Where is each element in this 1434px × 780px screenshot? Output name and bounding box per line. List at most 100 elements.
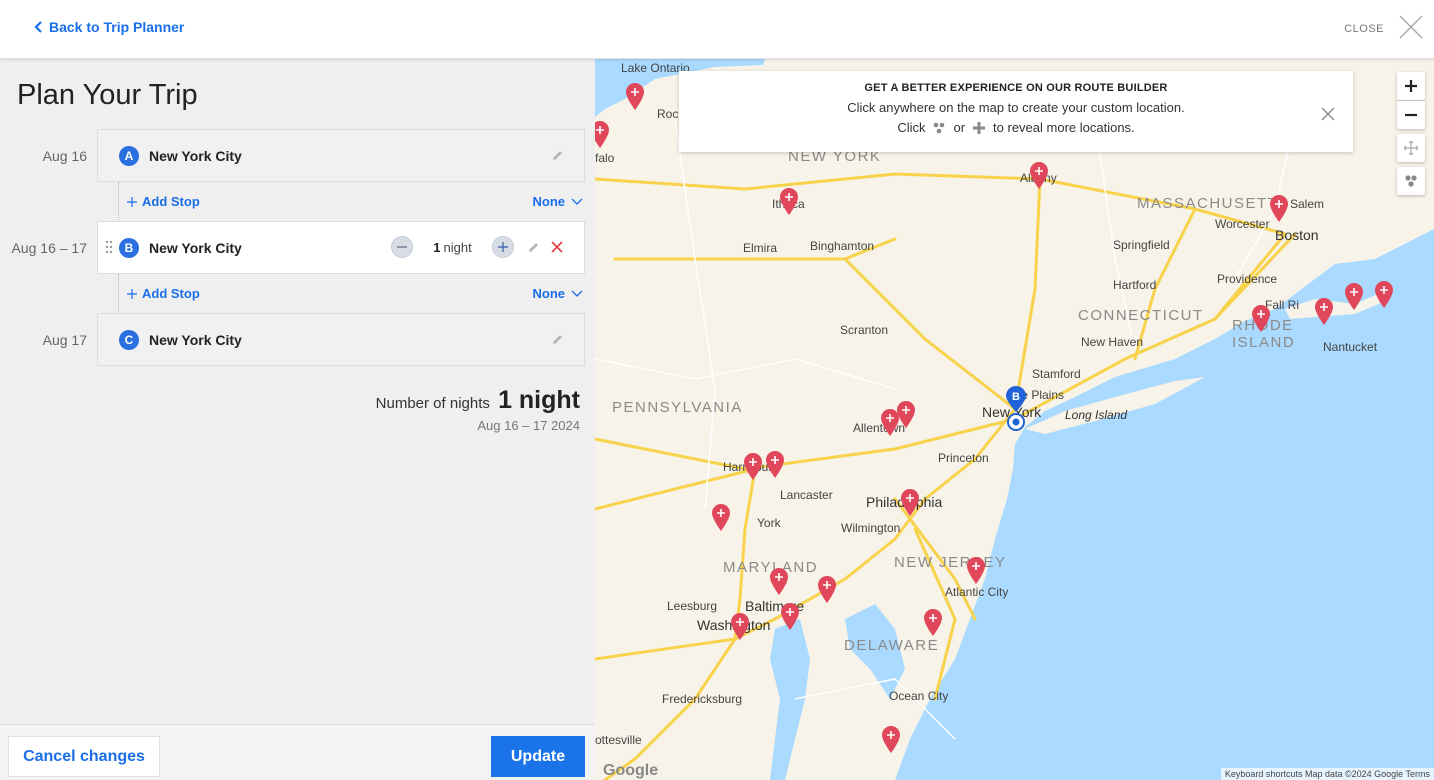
add-stop-label: Add Stop bbox=[142, 286, 200, 301]
pan-button[interactable] bbox=[1397, 134, 1425, 162]
transport-select-2[interactable]: None bbox=[533, 286, 584, 301]
map-state-massachusetts: MASSACHUSETTS bbox=[1137, 195, 1290, 212]
map-label-boston: Boston bbox=[1275, 227, 1319, 243]
poi-marker-icon[interactable] bbox=[899, 487, 921, 517]
stop-b-badge: B bbox=[119, 237, 139, 258]
trip-planner-panel: Plan Your Trip Aug 16 A New York City Ad… bbox=[0, 59, 595, 780]
close-label: CLOSE bbox=[1344, 23, 1384, 35]
map-label-nantucket: Nantucket bbox=[1323, 340, 1378, 354]
poi-marker-icon[interactable] bbox=[1268, 193, 1290, 223]
map-state-new-jersey: NEW JERSEY bbox=[894, 554, 1007, 571]
map-label-ocean-city: Ocean City bbox=[889, 689, 949, 703]
map-label-elmira: Elmira bbox=[743, 241, 778, 255]
banner-or-text: or bbox=[953, 120, 966, 135]
map-attribution[interactable]: Keyboard shortcuts Map data ©2024 Google… bbox=[1220, 768, 1434, 780]
remove-stop-icon[interactable] bbox=[551, 241, 563, 253]
close-icon[interactable] bbox=[1321, 107, 1335, 121]
plus-icon bbox=[498, 242, 508, 252]
plus-icon bbox=[1405, 80, 1417, 92]
poi-marker-icon[interactable] bbox=[1250, 303, 1272, 333]
zoom-in-button[interactable] bbox=[1397, 72, 1425, 100]
map-label-new-haven: New Haven bbox=[1081, 335, 1144, 349]
map-label-rochester: Roc bbox=[657, 107, 679, 121]
pencil-icon[interactable] bbox=[551, 149, 564, 162]
map-state-connecticut: CONNECTICUT bbox=[1078, 307, 1204, 324]
poi-marker-icon[interactable] bbox=[595, 119, 611, 149]
poi-marker-icon[interactable] bbox=[742, 451, 764, 481]
back-link-label: Back to Trip Planner bbox=[49, 19, 185, 35]
stop-c-name: New York City bbox=[149, 331, 242, 348]
minus-icon bbox=[1405, 113, 1417, 117]
stop-card-b[interactable]: B New York City 1 night bbox=[97, 221, 585, 274]
poi-marker-icon[interactable] bbox=[816, 574, 838, 604]
transport-select-value: None bbox=[532, 194, 566, 209]
map-label-wilmington: Wilmington bbox=[841, 521, 901, 535]
poi-marker-icon[interactable] bbox=[1343, 281, 1365, 311]
poi-marker-icon[interactable] bbox=[965, 555, 987, 585]
add-stop-row-1: Add Stop None bbox=[118, 182, 585, 222]
poi-marker-icon[interactable] bbox=[779, 601, 801, 631]
banner-reveal-text: to reveal more locations. bbox=[993, 120, 1135, 135]
map-label-hartford: Hartford bbox=[1113, 278, 1157, 292]
route-map[interactable]: Lake Ontario Roc falo NEW YORK Ithaca Al… bbox=[595, 59, 1434, 780]
map-label-lancaster: Lancaster bbox=[780, 488, 833, 502]
poi-marker-icon[interactable] bbox=[895, 399, 917, 429]
poi-marker-icon[interactable] bbox=[764, 449, 786, 479]
map-label-fredericksburg: Fredericksburg bbox=[662, 692, 743, 706]
add-stop-button-2[interactable]: Add Stop bbox=[127, 286, 200, 301]
poi-marker-icon[interactable] bbox=[1028, 160, 1050, 190]
poi-marker-icon[interactable] bbox=[710, 502, 732, 532]
poi-marker-icon[interactable] bbox=[1373, 279, 1395, 309]
stop-b-date: Aug 16 – 17 bbox=[11, 240, 87, 256]
poi-marker-icon[interactable] bbox=[729, 611, 751, 641]
poi-marker-icon[interactable] bbox=[624, 81, 646, 111]
stop-card-a[interactable]: A New York City bbox=[97, 129, 585, 182]
google-logo: Google bbox=[603, 762, 659, 779]
increase-nights-button[interactable] bbox=[492, 236, 514, 258]
map-label-stamford: Stamford bbox=[1032, 367, 1081, 381]
nights-unit: night bbox=[443, 239, 472, 255]
stop-card-c[interactable]: C New York City bbox=[97, 313, 585, 366]
stop-a-date: Aug 16 bbox=[42, 148, 87, 164]
stop-c-date: Aug 17 bbox=[42, 332, 87, 348]
move-arrows-icon bbox=[1404, 141, 1418, 155]
drag-handle-icon[interactable] bbox=[105, 240, 113, 254]
pencil-icon[interactable] bbox=[527, 241, 540, 254]
cancel-changes-button[interactable]: Cancel changes bbox=[8, 736, 160, 777]
stop-a-name: New York City bbox=[149, 147, 242, 164]
trip-date-range: Aug 16 – 17 2024 bbox=[477, 418, 580, 433]
transport-select-value: None bbox=[532, 286, 566, 301]
map-state-pennsylvania: PENNSYLVANIA bbox=[612, 399, 743, 416]
nights-summary-value: 1 night bbox=[498, 386, 580, 414]
back-to-trip-planner-link[interactable]: Back to Trip Planner bbox=[34, 19, 184, 35]
map-marker-b-letter: B bbox=[1012, 391, 1020, 403]
poi-marker-icon[interactable] bbox=[1313, 296, 1335, 326]
stop-c-badge: C bbox=[119, 329, 139, 350]
top-bar: Back to Trip Planner CLOSE bbox=[0, 0, 1434, 59]
cluster-toggle-button[interactable] bbox=[1397, 167, 1425, 195]
add-stop-label: Add Stop bbox=[142, 194, 200, 209]
banner-line-2: Click or to reveal more locations. bbox=[679, 120, 1353, 135]
update-button[interactable]: Update bbox=[491, 736, 585, 777]
decrease-nights-button[interactable] bbox=[391, 236, 413, 258]
map-label-binghamton: Binghamton bbox=[810, 239, 875, 253]
poi-marker-icon[interactable] bbox=[922, 607, 944, 637]
close-button[interactable]: CLOSE bbox=[1344, 14, 1424, 40]
poi-marker-icon[interactable] bbox=[768, 566, 790, 596]
add-stop-button-1[interactable]: Add Stop bbox=[127, 194, 200, 209]
minus-icon bbox=[397, 246, 407, 248]
poi-marker-icon[interactable] bbox=[880, 724, 902, 754]
banner-click-text: Click bbox=[897, 120, 926, 135]
close-icon bbox=[1399, 15, 1423, 39]
map-marker-b-icon[interactable]: B bbox=[1003, 386, 1029, 434]
map-label-springfield: Springfield bbox=[1113, 238, 1170, 252]
cluster-icon bbox=[1405, 175, 1417, 187]
chevron-down-icon bbox=[571, 290, 583, 297]
transport-select-1[interactable]: None bbox=[533, 194, 584, 209]
poi-marker-icon[interactable] bbox=[778, 186, 800, 216]
zoom-out-button[interactable] bbox=[1397, 101, 1425, 129]
cluster-icon bbox=[934, 122, 945, 133]
pencil-icon[interactable] bbox=[551, 333, 564, 346]
trip-summary: Number of nights 1 night Aug 16 – 17 202… bbox=[376, 386, 580, 433]
route-builder-banner: GET A BETTER EXPERIENCE ON OUR ROUTE BUI… bbox=[679, 71, 1353, 152]
